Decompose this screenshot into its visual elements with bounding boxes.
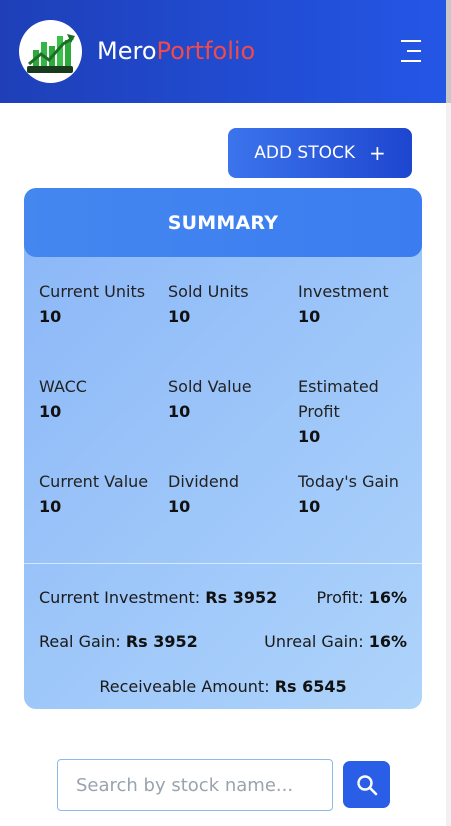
summary-row-investment-profit: Current Investment: Rs 3952 Profit: 16%	[39, 588, 407, 608]
summary-item-value: 10	[39, 307, 62, 326]
summary-item-value: 10	[168, 497, 191, 516]
receivable-label: Receiveable Amount:	[99, 677, 270, 696]
summary-item-estimated-profit: Estimated Profit 10	[298, 374, 408, 449]
brand-title-part1: Mero	[97, 37, 157, 65]
summary-item-value: 10	[39, 497, 62, 516]
current-investment: Current Investment: Rs 3952	[39, 588, 277, 608]
summary-item-value: 10	[168, 402, 191, 421]
real-gain-value: Rs 3952	[125, 632, 198, 651]
plus-icon: +	[369, 141, 386, 165]
search-button[interactable]	[343, 761, 390, 808]
summary-divider	[24, 563, 422, 564]
unreal-gain: Unreal Gain: 16%	[264, 632, 407, 652]
summary-item-label: Estimated Profit	[298, 377, 379, 421]
profit-value: 16%	[368, 588, 407, 607]
summary-item-label: Dividend	[168, 472, 239, 491]
summary-item-label: Sold Units	[168, 282, 249, 301]
profit: Profit: 16%	[316, 588, 407, 608]
real-gain-label: Real Gain:	[39, 632, 121, 651]
scrollbar-thumb[interactable]	[446, 0, 451, 103]
search-input[interactable]	[57, 759, 333, 811]
summary-row-gains: Real Gain: Rs 3952 Unreal Gain: 16%	[39, 632, 407, 652]
receivable-value: Rs 6545	[274, 677, 347, 696]
summary-item-sold-units: Sold Units 10	[168, 279, 288, 329]
search-icon	[356, 774, 377, 795]
summary-item-value: 10	[298, 427, 321, 446]
summary-item-label: Current Units	[39, 282, 146, 301]
summary-item-value: 10	[298, 497, 321, 516]
summary-card: SUMMARY Current Units 10 Sold Units 10 I…	[24, 188, 422, 709]
app-header: MeroPortfolio	[0, 0, 446, 103]
scrollbar-track[interactable]	[446, 0, 451, 826]
stock-chart-logo[interactable]	[19, 20, 82, 83]
add-stock-button[interactable]: ADD STOCK +	[228, 128, 412, 178]
profit-label: Profit:	[316, 588, 364, 607]
summary-item-label: Sold Value	[168, 377, 252, 396]
summary-item-value: 10	[298, 307, 321, 326]
real-gain: Real Gain: Rs 3952	[39, 632, 198, 652]
summary-item-dividend: Dividend 10	[168, 469, 288, 519]
summary-item-current-units: Current Units 10	[39, 279, 159, 329]
summary-header: SUMMARY	[24, 188, 422, 257]
summary-item-value: 10	[39, 402, 62, 421]
summary-item-wacc: WACC 10	[39, 374, 159, 424]
receivable-amount: Receiveable Amount: Rs 6545	[24, 677, 422, 697]
brand-title-part2: Portfolio	[156, 37, 256, 65]
summary-item-label: WACC	[39, 377, 87, 396]
summary-item-label: Investment	[298, 282, 389, 301]
summary-item-current-value: Current Value 10	[39, 469, 159, 519]
summary-item-label: Current Value	[39, 472, 149, 491]
summary-item-todays-gain: Today's Gain 10	[298, 469, 418, 519]
unreal-gain-value: 16%	[368, 632, 407, 651]
current-investment-label: Current Investment:	[39, 588, 201, 607]
summary-item-investment: Investment 10	[298, 279, 418, 329]
summary-item-value: 10	[168, 307, 191, 326]
unreal-gain-label: Unreal Gain:	[264, 632, 364, 651]
summary-title: SUMMARY	[167, 211, 279, 234]
current-investment-value: Rs 3952	[205, 588, 278, 607]
summary-item-label: Today's Gain	[298, 472, 399, 491]
hamburger-menu-icon[interactable]	[398, 38, 424, 64]
brand-title[interactable]: MeroPortfolio	[97, 36, 255, 66]
add-stock-label: ADD STOCK	[254, 143, 356, 163]
summary-item-sold-value: Sold Value 10	[168, 374, 288, 424]
